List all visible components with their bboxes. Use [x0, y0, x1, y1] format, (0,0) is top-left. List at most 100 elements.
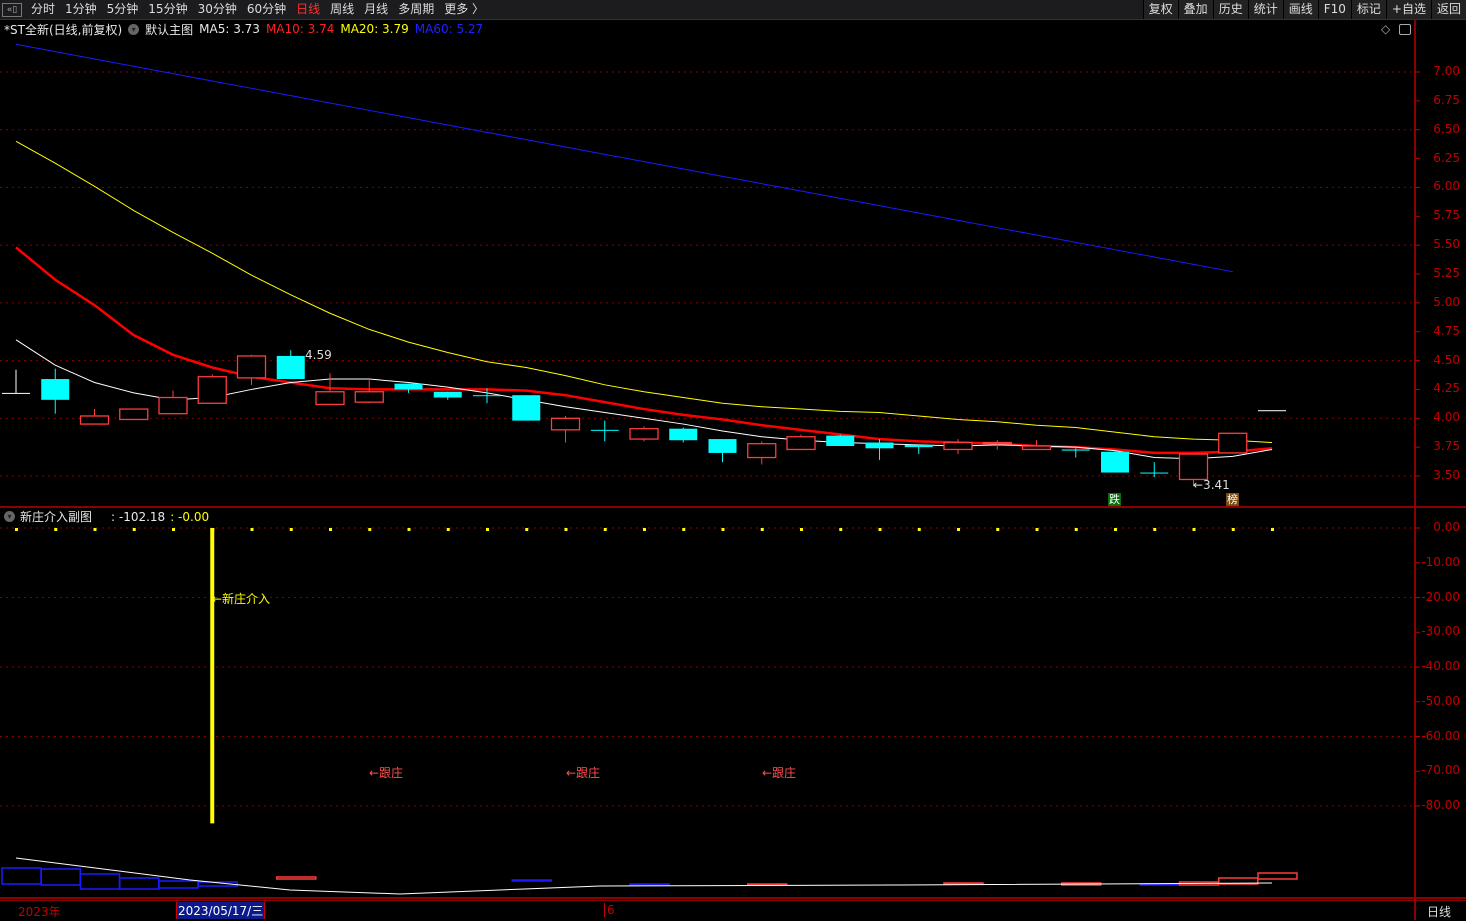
candle-body	[473, 395, 501, 397]
signal-dot	[760, 528, 764, 531]
candle-body	[904, 444, 933, 448]
candle-body	[1061, 449, 1090, 451]
candle-body	[669, 428, 698, 441]
candle-body	[1258, 410, 1286, 412]
signal-dot	[1192, 528, 1196, 531]
signal-dot	[525, 528, 529, 531]
follow-signal-label: ←跟庄	[762, 766, 797, 780]
candle-body	[394, 383, 423, 390]
panel-toggle-icon[interactable]	[1399, 24, 1411, 35]
candle-body	[629, 428, 659, 440]
signal-dot	[800, 528, 803, 531]
candle-body	[354, 391, 384, 403]
sub-chart-header: ▾ 新庄介入副图 : -102.18 : -0.00	[4, 508, 209, 525]
sub-chart-title[interactable]: 新庄介入副图	[20, 508, 92, 525]
candle-body	[1140, 472, 1169, 474]
sub-tick-label: -60.00	[1421, 728, 1460, 743]
diamond-icon[interactable]: ◇	[1381, 22, 1390, 36]
sub-tick-label: -80.00	[1421, 798, 1460, 812]
ma60-line	[15, 43, 1233, 273]
candle-body	[982, 441, 1012, 445]
candle-body	[276, 355, 305, 380]
indicator-band	[747, 883, 788, 886]
follow-signal-label: ←跟庄	[369, 766, 404, 780]
stock-title: *ST全新(日线,前复权)	[4, 22, 123, 37]
price-tick-label: 4.50	[1433, 352, 1460, 367]
chevron-down-icon[interactable]: ▾	[128, 23, 140, 35]
kline-chart[interactable]	[0, 0, 1466, 920]
signal-dot	[643, 528, 646, 531]
ma60-value: MA60: 5.27	[414, 22, 484, 36]
signal-dot	[132, 528, 136, 531]
main-chart-selector[interactable]: 默认主图	[145, 21, 193, 38]
price-tick-label: 4.25	[1433, 381, 1460, 396]
price-tick-label: 6.50	[1433, 121, 1460, 136]
candle-body	[512, 395, 541, 421]
signal-dot	[1114, 528, 1117, 531]
price-tick-label: 5.25	[1433, 266, 1460, 280]
signal-dot	[368, 528, 372, 531]
signal-dot	[603, 528, 607, 531]
price-tick-label: 7.00	[1433, 64, 1460, 78]
price-tick-label: 5.50	[1433, 237, 1460, 252]
price-tick-label: 5.00	[1433, 294, 1460, 309]
fall-tag[interactable]: 跌	[1108, 493, 1121, 506]
candle-body	[2, 392, 30, 394]
low-price-label: ←3.41	[1193, 478, 1230, 492]
follow-signal-label: ←跟庄	[566, 766, 601, 780]
time-axis: 2023年 2023/05/17/三 6 日线	[0, 900, 1466, 921]
candle-body	[158, 396, 188, 415]
indicator-band	[629, 883, 670, 886]
list-tag[interactable]: 榜	[1226, 493, 1239, 506]
signal-dot	[721, 528, 725, 531]
price-tick-label: 5.75	[1433, 208, 1460, 223]
sub-tick-label: -30.00	[1421, 624, 1460, 639]
sub-tick-label: -70.00	[1421, 763, 1460, 778]
ma10-value: MA10: 3.74	[265, 22, 335, 36]
indicator-band	[943, 882, 984, 885]
price-tick-label: 3.50	[1433, 468, 1460, 482]
indicator-band	[511, 879, 552, 882]
main-chart-header: *ST全新(日线,前复权) ▾ 默认主图 MA5: 3.73 MA10: 3.7…	[4, 21, 483, 37]
indicator-band	[1257, 872, 1298, 880]
sub-tick-label: -40.00	[1421, 659, 1460, 673]
indicator-band	[79, 873, 121, 890]
indicator-band	[119, 877, 160, 890]
candle-body	[590, 429, 619, 431]
signal-dot	[957, 528, 960, 531]
indicator-band	[276, 876, 317, 880]
signal-dot	[407, 528, 411, 531]
indicator-band	[158, 880, 199, 889]
ma10-line	[15, 246, 1273, 455]
sub-tick-label: 0.00	[1433, 520, 1460, 534]
chevron-down-icon[interactable]: ▾	[4, 511, 15, 522]
signal-dot	[1074, 528, 1078, 531]
candle-body	[550, 417, 581, 431]
candle-body	[943, 441, 973, 451]
month-label: 6	[604, 903, 615, 917]
price-tick-label: 6.00	[1433, 179, 1460, 194]
ma5-value: MA5: 3.73	[199, 22, 260, 36]
price-tick-label: 4.75	[1433, 323, 1460, 338]
cursor-date-label: 2023/05/17/三	[176, 902, 266, 919]
candle-body	[1218, 432, 1248, 454]
sub-tick-label: -50.00	[1421, 693, 1460, 708]
candle-body	[236, 355, 267, 379]
signal-dot	[15, 528, 18, 531]
signal-dot	[682, 528, 686, 531]
sub-value-2: : -0.00	[170, 509, 210, 524]
indicator-band	[40, 868, 81, 886]
signal-dot	[839, 528, 843, 531]
candle-body	[41, 379, 70, 400]
period-label: 日线	[1427, 905, 1452, 919]
signal-dot	[486, 528, 489, 531]
candle-body	[1178, 453, 1209, 481]
candle-body	[865, 442, 894, 449]
signal-dot	[917, 528, 921, 531]
candle-body	[786, 436, 816, 451]
ma20-value: MA20: 3.79	[340, 22, 409, 36]
candle-body	[79, 415, 110, 425]
price-tick-label: 6.25	[1433, 150, 1460, 165]
candle-body	[1021, 445, 1052, 451]
entry-signal-label: ←新庄介入	[212, 592, 271, 606]
